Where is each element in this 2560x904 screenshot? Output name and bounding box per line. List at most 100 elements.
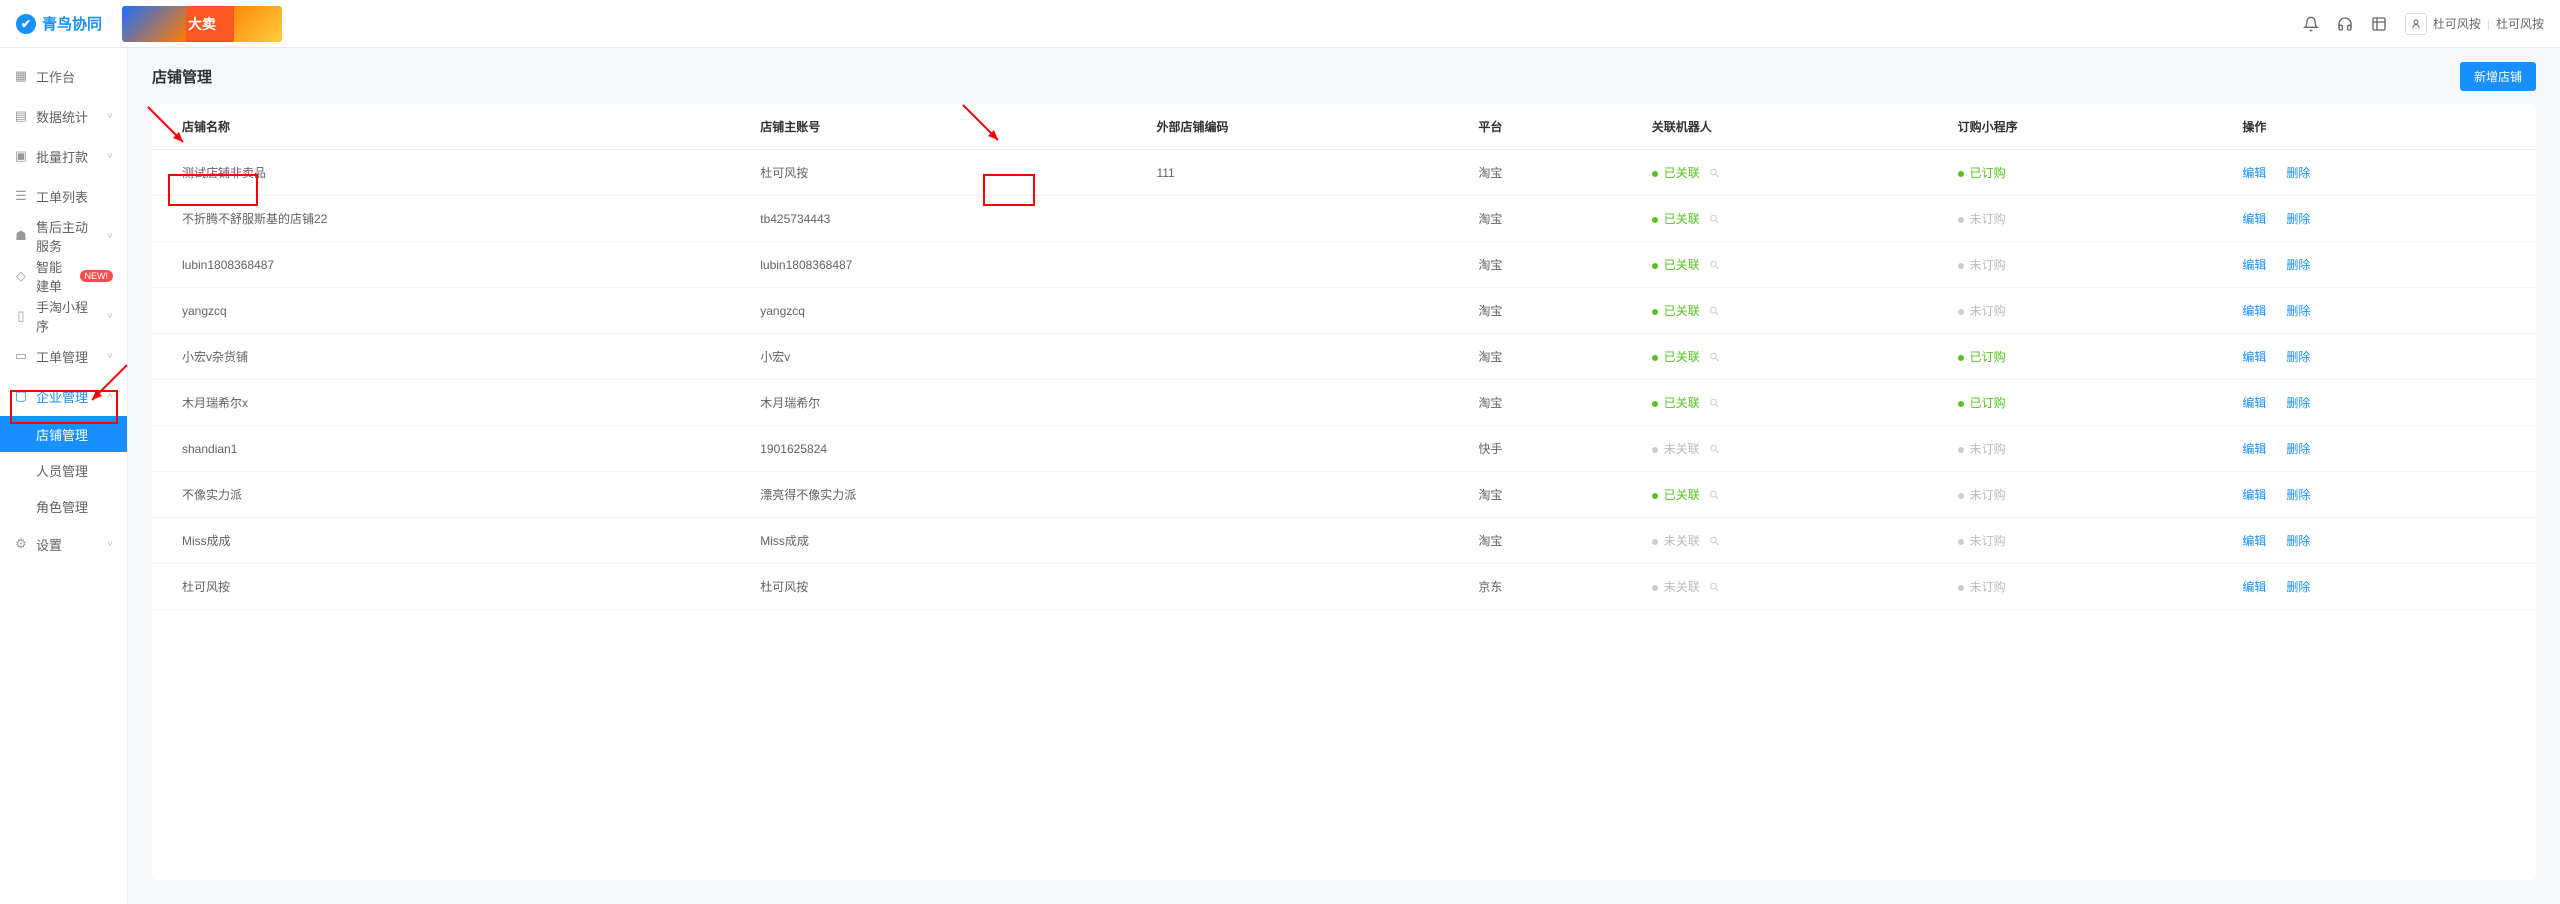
user-name: 杜可风按: [2433, 15, 2481, 32]
col-header: 订购小程序: [1942, 104, 2227, 150]
delete-link[interactable]: 删除: [2286, 580, 2310, 594]
attachment-icon[interactable]: ⚲: [1706, 441, 1722, 457]
edit-link[interactable]: 编辑: [2242, 580, 2266, 594]
mini-status-cell: 未订购: [1942, 472, 2227, 518]
sidebar-item-智能建单[interactable]: ◇智能建单NEW!: [0, 256, 127, 296]
user-suffix: 杜可风按: [2496, 15, 2544, 32]
cell: 淘宝: [1462, 334, 1635, 380]
attachment-icon[interactable]: ⚲: [1706, 211, 1722, 227]
robot-status-cell: 未关联⚲: [1636, 564, 1942, 610]
sidebar: ▦工作台▤数据统计˅ ▣ 批量打款 ˅ ☰工单列表☗售后主动服务˅◇智能建单NEW!▯手…: [0, 48, 128, 904]
col-header: 操作: [2226, 104, 2536, 150]
sidebar-item-label: 批量打款: [36, 147, 88, 166]
user-menu[interactable]: 杜可风按 | 杜可风按: [2405, 13, 2544, 35]
cell: 杜可风按: [152, 564, 744, 610]
attachment-icon[interactable]: ⚲: [1706, 487, 1722, 503]
cell: [1140, 564, 1462, 610]
edit-link[interactable]: 编辑: [2242, 166, 2266, 180]
robot-status-cell: 已关联⚲: [1636, 196, 1942, 242]
edit-link[interactable]: 编辑: [2242, 488, 2266, 502]
delete-link[interactable]: 删除: [2286, 396, 2310, 410]
sidebar-item-企业管理[interactable]: ▢ 企业管理 ˄: [0, 376, 127, 416]
table-row: 测试店铺非卖品杜可风按111淘宝已关联⚲已订购编辑删除: [152, 150, 2536, 196]
cell: [1140, 334, 1462, 380]
delete-link[interactable]: 删除: [2286, 304, 2310, 318]
delete-link[interactable]: 删除: [2286, 166, 2310, 180]
cell: 111: [1140, 150, 1462, 196]
delete-link[interactable]: 删除: [2286, 534, 2310, 548]
edit-link[interactable]: 编辑: [2242, 304, 2266, 318]
delete-link[interactable]: 删除: [2286, 488, 2310, 502]
edit-link[interactable]: 编辑: [2242, 212, 2266, 226]
delete-link[interactable]: 删除: [2286, 350, 2310, 364]
sidebar-item-工单列表[interactable]: ☰工单列表: [0, 176, 127, 216]
cell: [1140, 518, 1462, 564]
sidebar-item-手淘小程序[interactable]: ▯手淘小程序˅: [0, 296, 127, 336]
col-header: 店铺名称: [152, 104, 744, 150]
table-row: shandian11901625824快手未关联⚲未订购编辑删除: [152, 426, 2536, 472]
stamp-icon: ▣: [14, 149, 28, 163]
sidebar-sub-店铺管理[interactable]: 店铺管理: [0, 416, 127, 452]
sidebar-item-工作台[interactable]: ▦工作台: [0, 56, 127, 96]
sidebar-item-label: 数据统计: [36, 107, 88, 126]
sidebar-item-批量打款[interactable]: ▣批量打款˅: [0, 136, 127, 176]
edit-link[interactable]: 编辑: [2242, 396, 2266, 410]
edit-link[interactable]: 编辑: [2242, 350, 2266, 364]
logo-icon: ✔: [16, 14, 36, 34]
edit-link[interactable]: 编辑: [2242, 258, 2266, 272]
cell: [1140, 242, 1462, 288]
headset-icon[interactable]: [2337, 16, 2353, 32]
col-header: 店铺主账号: [744, 104, 1140, 150]
cell: 测试店铺非卖品: [152, 150, 744, 196]
attachment-icon[interactable]: ⚲: [1706, 579, 1722, 595]
avatar-icon: [2405, 13, 2427, 35]
sidebar-sub-角色管理[interactable]: 角色管理: [0, 488, 127, 524]
table-row: 小宏v杂货铺小宏v淘宝已关联⚲已订购编辑删除: [152, 334, 2536, 380]
building-icon: ▢: [14, 389, 28, 403]
robot-status-cell: 已关联⚲: [1636, 150, 1942, 196]
sidebar-item-label: 企业管理: [36, 387, 88, 406]
mini-status-cell: 未订购: [1942, 564, 2227, 610]
cell: yangzcq: [152, 288, 744, 334]
sidebar-item-售后主动服务[interactable]: ☗售后主动服务˅: [0, 216, 127, 256]
sidebar-item-label: 智能建单: [36, 257, 68, 295]
sidebar-item-label: 工作台: [36, 67, 75, 86]
mini-status-cell: 未订购: [1942, 518, 2227, 564]
cell: [1140, 472, 1462, 518]
delete-link[interactable]: 删除: [2286, 442, 2310, 456]
edit-link[interactable]: 编辑: [2242, 442, 2266, 456]
cell: 淘宝: [1462, 288, 1635, 334]
delete-link[interactable]: 删除: [2286, 212, 2310, 226]
promo-banner[interactable]: 大卖: [122, 6, 282, 42]
sidebar-item-工单管理[interactable]: ▭工单管理˅: [0, 336, 127, 376]
sidebar-item-label: 手淘小程序: [36, 297, 99, 335]
table-row: lubin1808368487lubin1808368487淘宝已关联⚲未订购编…: [152, 242, 2536, 288]
attachment-icon[interactable]: ⚲: [1706, 533, 1722, 549]
cell: 漂亮得不像实力派: [744, 472, 1140, 518]
edit-link[interactable]: 编辑: [2242, 534, 2266, 548]
attachment-icon[interactable]: ⚲: [1706, 395, 1722, 411]
add-store-button[interactable]: 新增店铺: [2460, 62, 2536, 91]
sidebar-item-数据统计[interactable]: ▤数据统计˅: [0, 96, 127, 136]
app-icon[interactable]: [2371, 16, 2387, 32]
sidebar-item-label: 设置: [36, 535, 62, 554]
ticket-icon: ▭: [14, 349, 28, 363]
robot-status-cell: 已关联⚲: [1636, 472, 1942, 518]
attachment-icon[interactable]: ⚲: [1706, 165, 1722, 181]
chevron-icon: ˄: [107, 391, 113, 402]
brand-logo[interactable]: ✔ 青鸟协同: [16, 13, 102, 34]
sidebar-item-设置[interactable]: ⚙设置˅: [0, 524, 127, 564]
bell-icon[interactable]: [2303, 16, 2319, 32]
delete-link[interactable]: 删除: [2286, 258, 2310, 272]
mini-status-cell: 未订购: [1942, 426, 2227, 472]
robot-status-cell: 已关联⚲: [1636, 334, 1942, 380]
cell: [1140, 380, 1462, 426]
attachment-icon[interactable]: ⚲: [1706, 257, 1722, 273]
sidebar-sub-人员管理[interactable]: 人员管理: [0, 452, 127, 488]
main-content: 店铺管理 新增店铺 店铺名称店铺主账号外部店铺编码平台关联机器人订购小程序操作 …: [128, 48, 2560, 904]
chevron-icon: ˅: [107, 231, 113, 242]
attachment-icon[interactable]: ⚲: [1706, 349, 1722, 365]
mini-status-cell: 已订购: [1942, 150, 2227, 196]
actions-cell: 编辑 删除: [2226, 196, 2536, 242]
attachment-icon[interactable]: ⚲: [1706, 303, 1722, 319]
